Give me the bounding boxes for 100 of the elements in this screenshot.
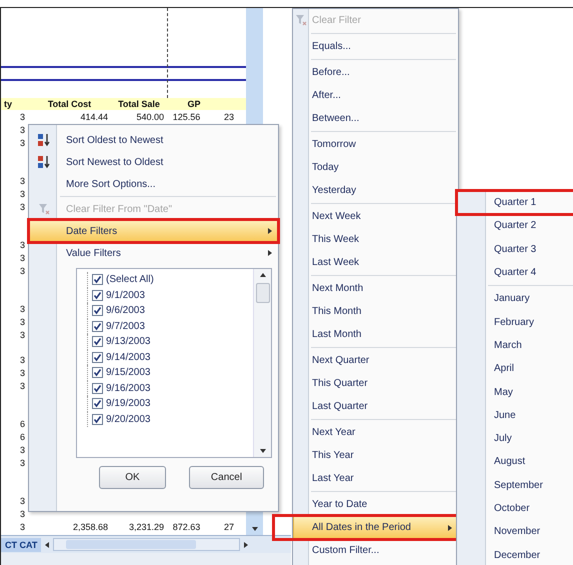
menu-item[interactable]: Quarter 4 xyxy=(457,260,573,284)
sheet-tab[interactable]: CT CAT xyxy=(1,538,42,552)
scroll-left-icon xyxy=(45,542,50,548)
menu-item[interactable]: Custom Filter... xyxy=(293,539,458,562)
scroll-right-icon xyxy=(244,542,248,548)
menu-item[interactable]: September xyxy=(457,474,573,497)
table-cell-text: 540.00 xyxy=(135,111,165,124)
menu-item[interactable]: March xyxy=(457,334,573,358)
table-cell-text: 3 xyxy=(18,200,26,214)
table-cell-text: 3 xyxy=(18,380,26,393)
table-cell-text: 6 xyxy=(18,430,26,444)
table-cell-text: 3 xyxy=(18,136,26,150)
checkbox-label: 9/20/2003 xyxy=(106,414,150,425)
table-cell-text: 3 xyxy=(18,302,26,316)
checkbox[interactable] xyxy=(92,320,103,332)
column-header: Total Sale xyxy=(117,98,161,110)
menu-item[interactable]: Next Year xyxy=(293,421,458,444)
menu-item[interactable]: May xyxy=(457,380,573,404)
menu-item[interactable]: October xyxy=(457,496,573,520)
checkbox[interactable] xyxy=(92,305,103,316)
checkbox-label: 9/14/2003 xyxy=(106,352,150,363)
menu-item[interactable]: This Month xyxy=(293,300,458,323)
menu-item[interactable]: Today xyxy=(293,156,458,179)
menu-item[interactable]: This Week xyxy=(293,228,458,251)
submenu-arrow-icon xyxy=(448,524,452,530)
checkbox[interactable] xyxy=(92,398,103,410)
scroll-up-icon xyxy=(260,273,266,277)
menu-item[interactable]: April xyxy=(457,357,573,380)
checkbox[interactable] xyxy=(92,274,103,286)
menu-item[interactable]: Value Filters xyxy=(29,242,278,264)
menu-item[interactable]: This Year xyxy=(293,444,458,467)
table-cell-text: 3 xyxy=(18,456,26,470)
checkbox-label: 9/7/2003 xyxy=(106,320,145,332)
table-cell-text: 3 xyxy=(18,494,26,508)
menu-item[interactable]: July xyxy=(457,426,573,450)
table-cell-text: 3 xyxy=(18,508,26,520)
menu-item[interactable]: January xyxy=(457,287,573,310)
menu-item[interactable]: August xyxy=(457,450,573,474)
submenu-arrow-icon xyxy=(268,250,272,256)
sort-ascending-icon xyxy=(38,134,50,146)
column-header: Total Cost xyxy=(46,98,92,110)
menu-item[interactable]: Next Month xyxy=(293,277,458,300)
horizontal-scrollbar[interactable] xyxy=(53,538,240,551)
table-cell-text: 27 xyxy=(223,520,236,534)
menu-item[interactable]: December xyxy=(457,543,573,565)
menu-item[interactable]: Quarter 3 xyxy=(457,238,573,261)
checkbox[interactable] xyxy=(92,290,103,301)
menu-item[interactable]: This Quarter xyxy=(293,372,458,395)
table-cell-text: 414.44 xyxy=(79,111,109,124)
cancel-button[interactable]: Cancel xyxy=(189,466,264,489)
menu-item[interactable]: Year to Date xyxy=(293,493,458,516)
table-cell-text: 3 xyxy=(18,111,26,124)
list-scrollbar[interactable] xyxy=(253,269,271,457)
scrollbar-thumb[interactable] xyxy=(256,283,270,303)
table-cell-text: 3 xyxy=(18,354,26,367)
menu-item[interactable]: Sort Newest to Oldest xyxy=(29,151,278,173)
menu-item[interactable]: After... xyxy=(293,84,458,107)
menu-item[interactable]: Last Month xyxy=(293,323,458,346)
ok-button[interactable]: OK xyxy=(99,466,166,489)
table-cell-text: 3 xyxy=(18,520,26,534)
menu-item[interactable]: Last Week xyxy=(293,251,458,274)
menu-item[interactable]: Between... xyxy=(293,107,458,130)
menu-item[interactable]: More Sort Options... xyxy=(29,173,278,195)
menu-item[interactable]: Next Quarter xyxy=(293,349,458,372)
table-cell-text: 3 xyxy=(18,188,26,201)
menu-item[interactable]: Equals... xyxy=(293,35,458,58)
checkbox[interactable] xyxy=(92,382,103,394)
checkbox[interactable] xyxy=(92,367,103,378)
menu-item[interactable]: Sort Oldest to Newest xyxy=(29,129,278,151)
clear-filter-icon xyxy=(38,204,50,214)
table-cell-text: 6 xyxy=(18,418,26,431)
table-cell-text: 125.56 xyxy=(172,111,202,124)
table-cell-text: 3,231.29 xyxy=(128,520,165,534)
table-cell-text: 3 xyxy=(18,316,26,329)
table-cell-text: 23 xyxy=(223,111,236,124)
menu-item[interactable]: Yesterday xyxy=(293,179,458,202)
checkbox[interactable] xyxy=(92,414,103,425)
table-cell-text: 2,358.68 xyxy=(72,520,109,534)
menu-item[interactable]: February xyxy=(457,310,573,334)
menu-item[interactable]: June xyxy=(457,404,573,427)
menu-item[interactable]: Last Year xyxy=(293,467,458,490)
menu-item[interactable]: Date Filters xyxy=(29,220,278,242)
menu-item[interactable]: All Dates in the Period xyxy=(293,516,458,539)
menu-item[interactable]: Before... xyxy=(293,61,458,84)
menu-item[interactable]: Quarter 2 xyxy=(457,214,573,238)
checkbox[interactable] xyxy=(92,352,103,363)
menu-item[interactable]: Last Quarter xyxy=(293,395,458,418)
clear-filter-icon xyxy=(296,15,307,26)
checkbox-label: 9/1/2003 xyxy=(106,290,145,301)
menu-item[interactable]: Tomorrow xyxy=(293,133,458,156)
menu-item[interactable]: November xyxy=(457,520,573,544)
table-cell-text: 3 xyxy=(18,444,26,457)
menu-item[interactable]: Next Week xyxy=(293,205,458,228)
table-cell-text: 872.63 xyxy=(172,520,202,534)
table-cell-text: 3 xyxy=(18,252,26,265)
table-cell-text: 3 xyxy=(18,238,26,252)
submenu-arrow-icon xyxy=(268,228,272,234)
checkbox-label: 9/6/2003 xyxy=(106,305,145,316)
checkbox[interactable] xyxy=(92,336,103,348)
scroll-down-icon xyxy=(252,527,258,531)
